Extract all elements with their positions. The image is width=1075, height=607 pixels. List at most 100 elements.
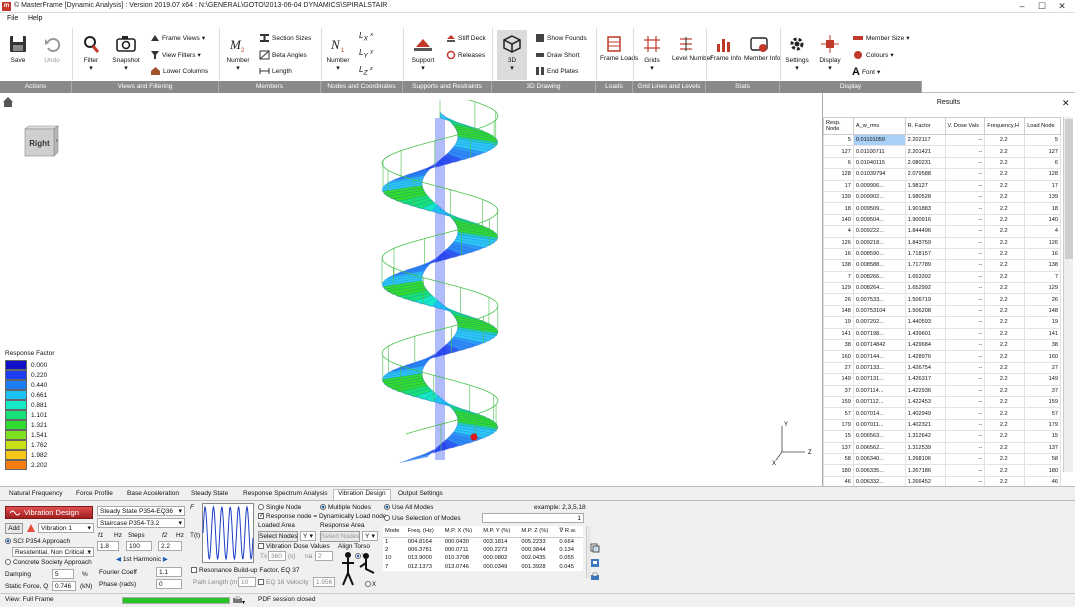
mode-selection-input[interactable]: 1 [482,513,584,523]
resonance-checkbox[interactable]: Resonance Build-up Factor, EQ 37 [191,567,299,574]
modes-col-header[interactable]: M.P. Y (%) [481,526,520,538]
copy-icon[interactable] [590,543,600,555]
results-row[interactable]: 126 0.009218... 1.843759 -- 2.2 126 [823,236,1061,249]
results-row[interactable]: 15 0.006563... 1.312642 -- 2.2 15 [823,430,1061,443]
member-size-button[interactable]: Member Size ▾ [852,33,910,43]
results-row[interactable]: 6 0.01040115 2.080231 -- 2.2 6 [823,156,1061,170]
results-row[interactable]: 19 0.007202... 1.440593 -- 2.2 19 [823,316,1061,329]
select-loaded-nodes-button[interactable]: Select Nodes [258,531,298,542]
status-printer-icon[interactable]: ▾ [232,595,246,607]
member-number-button[interactable]: M2 Number ▾ [225,35,251,72]
sci-approach-radio[interactable]: SCI P354 Approach [5,538,70,545]
select-response-nodes-button[interactable]: Select Nodes [320,531,360,542]
results-col-header[interactable]: Load Node [1024,117,1061,135]
damping-input[interactable]: 5 [52,569,74,579]
results-row[interactable]: 16 0.008590... 1.718157 -- 2.2 16 [823,247,1061,261]
export-icon[interactable] [590,558,600,570]
results-row[interactable]: 159 0.007112... 1.422453 -- 2.2 159 [823,395,1061,409]
modes-row[interactable]: 2 006.3781 000.0711 000.2273 000.3844 0.134 [383,546,583,555]
vibration-select[interactable]: Vibration 1 [38,523,94,533]
modes-row[interactable]: 10 013.9000 010.3708 000.0802 002.0435 0.055 [383,554,583,563]
results-col-header[interactable]: R. Factor [904,117,946,135]
results-scroll-thumb[interactable] [1065,119,1073,259]
results-row[interactable]: 180 0.006335... 1.267186 -- 2.2 180 [823,464,1061,477]
modes-col-header[interactable]: M.P. X (%) [442,526,482,538]
settings-button[interactable]: Settings ▾ [784,35,810,72]
concrete-approach-radio[interactable]: Concrete Society Approach [5,559,92,566]
results-row[interactable]: 141 0.007198... 1.439601 -- 2.2 141 [823,327,1061,341]
f2-input[interactable]: 2.2 [158,541,182,551]
response-axis-select[interactable]: Y [362,531,378,541]
modes-col-header[interactable]: M.P. Z (%) [519,526,558,538]
eq16-checkbox[interactable]: EQ 16 Velocity [258,579,309,586]
results-row[interactable]: 179 0.007011... 1.402321 -- 2.2 179 [823,418,1061,432]
results-col-header[interactable]: Resp. Node [823,117,854,135]
results-close-button[interactable]: ✕ [1062,98,1070,109]
tab-response-spectrum[interactable]: Response Spectrum Analysis [239,490,332,500]
end-plates-button[interactable]: End Plates [535,66,578,76]
results-row[interactable]: 58 0.006340... 1.268106 -- 2.2 58 [823,452,1061,466]
modes-row[interactable]: 1 004.8164 000.0430 003.1814 005.2233 0.664 [383,537,583,546]
spiral-stair-model[interactable] [370,100,510,475]
font-button[interactable]: A Font ▾ [852,66,880,78]
results-row[interactable]: 4 0.009222... 1.844496 -- 2.2 4 [823,225,1061,238]
na-input[interactable]: 2 [315,551,333,561]
residential-select[interactable]: Residential, Non Critical ... [12,547,94,557]
eq16-velocity-input[interactable]: 1.956 [313,577,335,587]
maximize-button[interactable]: ☐ [1033,0,1051,13]
show-founds-button[interactable]: Show Founds [535,33,587,43]
method-select[interactable]: Steady State P354-EQ36 [97,506,185,516]
results-row[interactable]: 129 0.008264... 1.652992 -- 2.2 129 [823,282,1061,295]
stiff-deck-button[interactable]: Stiff Deck [446,33,486,43]
results-row[interactable]: 127 0.01100711 2.201421 -- 2.2 127 [823,145,1061,158]
f1-input[interactable]: 1.8 [97,541,119,551]
results-row[interactable]: 148 0.00753104 1.506208 -- 2.2 148 [823,304,1061,318]
close-window-button[interactable]: ✕ [1053,0,1071,13]
results-row[interactable]: 128 0.01039794 2.079588 -- 2.2 128 [823,168,1061,181]
results-row[interactable]: 57 0.007014... 1.402949 -- 2.2 57 [823,407,1061,420]
draw-short-button[interactable]: Draw Short [535,50,580,60]
use-selection-radio[interactable]: Use Selection of Modes [384,515,461,522]
menu-help[interactable]: Help [28,15,42,22]
frame-views-button[interactable]: Frame Views ▾ [150,33,205,43]
modes-table[interactable]: Mode Freq. (Hz) M.P. X (%) M.P. Y (%) M.P. Z… [383,526,583,571]
home-icon[interactable] [2,96,14,110]
level-number-button[interactable]: Level Number [672,35,712,62]
coord-y-button[interactable]: LY ʸ [359,48,373,60]
use-all-modes-radio[interactable]: Use All Modes [384,504,434,511]
modes-col-header[interactable]: Freq. (Hz) [405,526,443,538]
undo-button[interactable]: Undo [40,35,64,64]
section-sizes-button[interactable]: Section Sizes [259,33,311,43]
results-row[interactable]: 37 0.007114... 1.422936 -- 2.2 37 [823,384,1061,398]
tab-base-acceleration[interactable]: Base Acceleration [123,490,183,500]
modes-col-header[interactable]: ∇ R.w. [557,526,583,538]
results-row[interactable]: 18 0.009509... 1.901883 -- 2.2 18 [823,202,1061,215]
steps-input[interactable]: 100 [126,541,152,551]
results-row[interactable]: 138 0.008588... 1.717789 -- 2.2 138 [823,259,1061,272]
results-row[interactable]: 17 0.009906... 1.98127 -- 2.2 17 [823,179,1061,192]
support-button[interactable]: Support ▾ [408,35,438,72]
print-icon[interactable] [590,572,600,584]
results-row[interactable]: 149 0.007131... 1.426317 -- 2.2 149 [823,373,1061,386]
tv-input[interactable]: 360 [268,551,286,561]
view-cube[interactable]: Right F [22,125,60,157]
coord-x-button[interactable]: LX ˣ [359,31,373,43]
coord-z-button[interactable]: LZ ᶻ [359,65,372,77]
phase-input[interactable]: 0 [156,579,182,589]
results-row[interactable]: 140 0.009504... 1.900916 -- 2.2 140 [823,213,1061,227]
member-info-button[interactable]: Member Info [744,35,781,62]
loaded-axis-select[interactable]: Y [300,531,316,541]
tab-vibration-design[interactable]: Vibration Design [333,489,391,500]
tab-natural-frequency[interactable]: Natural Frequency [5,490,66,500]
releases-button[interactable]: Releases [446,50,485,60]
vibration-dose-checkbox[interactable]: Vibration Dose Values [258,543,330,550]
tab-output-settings[interactable]: Output Settings [394,490,447,500]
frame-info-button[interactable]: Frame Info [710,35,741,62]
grids-button[interactable]: Grids ▾ [638,35,666,72]
snapshot-button[interactable]: Snapshot ▾ [110,35,142,72]
response-eq-checkbox[interactable]: ✓ Response node = Dynamically Load node [258,513,387,520]
path-length-input[interactable]: 10 [238,577,256,587]
results-row[interactable]: 26 0.007533... 1.506719 -- 2.2 26 [823,293,1061,306]
results-row[interactable]: 38 0.00714842 1.429684 -- 2.2 38 [823,339,1061,352]
filter-button[interactable]: Filter ▾ [78,35,104,72]
